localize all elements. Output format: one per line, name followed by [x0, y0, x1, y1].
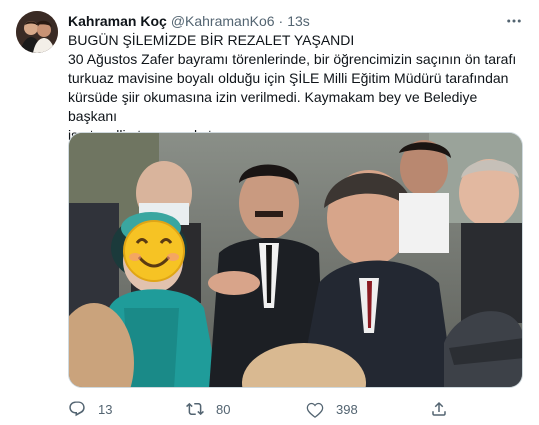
share-button[interactable] [430, 398, 448, 420]
tweet-photo[interactable] [68, 132, 523, 388]
tweet-text: BUGÜN ŞİLEMİZDE BİR REZALET YAŞANDI 30 A… [68, 31, 523, 145]
reply-button[interactable]: 13 [68, 398, 112, 420]
reply-icon [69, 401, 85, 417]
like-icon [306, 402, 324, 418]
photo-image [69, 133, 522, 387]
avatar-image [16, 11, 58, 53]
retweet-icon [186, 402, 204, 416]
smiling-face-emoji [123, 220, 185, 282]
tweet-text-line: BUGÜN ŞİLEMİZDE BİR REZALET YAŞANDI [68, 32, 355, 48]
reply-count: 13 [98, 401, 113, 417]
tweet-actions: 13 80 398 [68, 398, 448, 420]
retweet-button[interactable]: 80 [186, 398, 230, 420]
avatar[interactable] [16, 11, 58, 53]
like-count: 398 [336, 401, 358, 417]
more-icon [507, 19, 521, 23]
author-name[interactable]: Kahraman Koç [68, 13, 167, 29]
more-button[interactable] [505, 12, 523, 30]
tweet-text-line: 30 Ağustos Zafer bayramı törenlerinde, b… [68, 51, 517, 67]
tweet-header: Kahraman Koç @KahramanKo6 · 13s [68, 12, 310, 30]
separator-dot: · [278, 13, 284, 29]
like-button[interactable]: 398 [306, 398, 358, 420]
author-handle[interactable]: @KahramanKo6 [171, 13, 275, 29]
share-icon [432, 401, 446, 416]
tweet[interactable]: Kahraman Koç @KahramanKo6 · 13s BUGÜN Şİ… [0, 0, 539, 425]
tweet-timestamp[interactable]: 13s [287, 13, 310, 29]
retweet-count: 80 [216, 401, 231, 417]
tweet-text-line: turkuaz mavisine boyalı olduğu için ŞİLE… [68, 70, 509, 86]
tweet-text-line: kürsüde şiir okumasına izin verilmedi. K… [68, 89, 478, 124]
